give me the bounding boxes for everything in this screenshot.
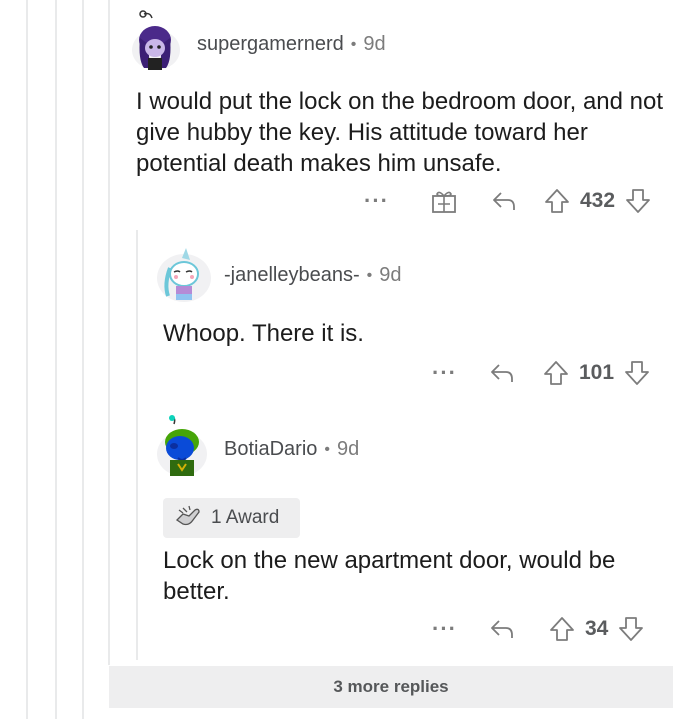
upvote-arrow-icon[interactable] (549, 616, 575, 642)
separator-dot: • (324, 440, 330, 458)
comment-body: I would put the lock on the bedroom door… (136, 88, 664, 177)
separator-dot: • (350, 35, 357, 53)
comment-meta: BotiaDario • 9d (224, 438, 359, 461)
upvote-arrow-icon[interactable] (544, 188, 570, 214)
vote-score: 432 (579, 189, 616, 212)
vote-score: 34 (584, 617, 609, 640)
thread-line[interactable] (55, 0, 57, 719)
comment-actions: ··· 101 (432, 358, 650, 388)
timestamp: 9d (379, 264, 402, 286)
thread-line[interactable] (136, 230, 138, 660)
comment-meta: -janelleybeans- • 9d (224, 264, 402, 287)
hand-award-icon (175, 504, 203, 533)
comment-body: Whoop. There it is. (163, 320, 364, 347)
username[interactable]: -janelleybeans- (224, 264, 360, 287)
gift-award-icon[interactable] (431, 188, 457, 214)
separator-dot: • (366, 266, 373, 284)
ellipsis-icon[interactable]: ··· (364, 188, 389, 214)
ellipsis-icon[interactable]: ··· (432, 616, 457, 642)
downvote-arrow-icon[interactable] (624, 360, 650, 386)
more-replies-button[interactable]: 3 more replies (109, 666, 673, 708)
unicorn-snoo-avatar-icon (157, 248, 211, 302)
comment-actions: ··· 34 (432, 614, 644, 644)
thread-line[interactable] (108, 0, 110, 665)
thread-line[interactable] (82, 0, 84, 719)
timestamp: 9d (337, 438, 360, 460)
comment-body: Lock on the new apartment door, would be… (163, 547, 616, 605)
upvote-arrow-icon[interactable] (543, 360, 569, 386)
purple-hair-snoo-avatar-icon (132, 10, 180, 70)
blue-green-snoo-avatar-icon (157, 415, 207, 476)
comment-meta: supergamernerd • 9d (197, 33, 386, 56)
reply-arrow-icon[interactable] (489, 362, 515, 384)
thread-line[interactable] (26, 0, 28, 719)
more-replies-label: 3 more replies (333, 677, 449, 696)
username[interactable]: BotiaDario (224, 438, 317, 461)
award-label: 1 Award (211, 507, 280, 528)
avatar[interactable] (156, 244, 212, 304)
username[interactable]: supergamernerd (197, 33, 344, 56)
avatar[interactable] (130, 8, 182, 72)
vote-score: 101 (578, 361, 615, 384)
downvote-arrow-icon[interactable] (625, 188, 651, 214)
downvote-arrow-icon[interactable] (618, 616, 644, 642)
comment-actions: ··· 432 (364, 186, 651, 216)
avatar[interactable] (156, 414, 208, 478)
reply-arrow-icon[interactable] (489, 618, 515, 640)
ellipsis-icon[interactable]: ··· (432, 360, 457, 386)
reply-arrow-icon[interactable] (491, 190, 517, 212)
timestamp: 9d (363, 33, 386, 55)
award-chip[interactable]: 1 Award (163, 498, 300, 538)
